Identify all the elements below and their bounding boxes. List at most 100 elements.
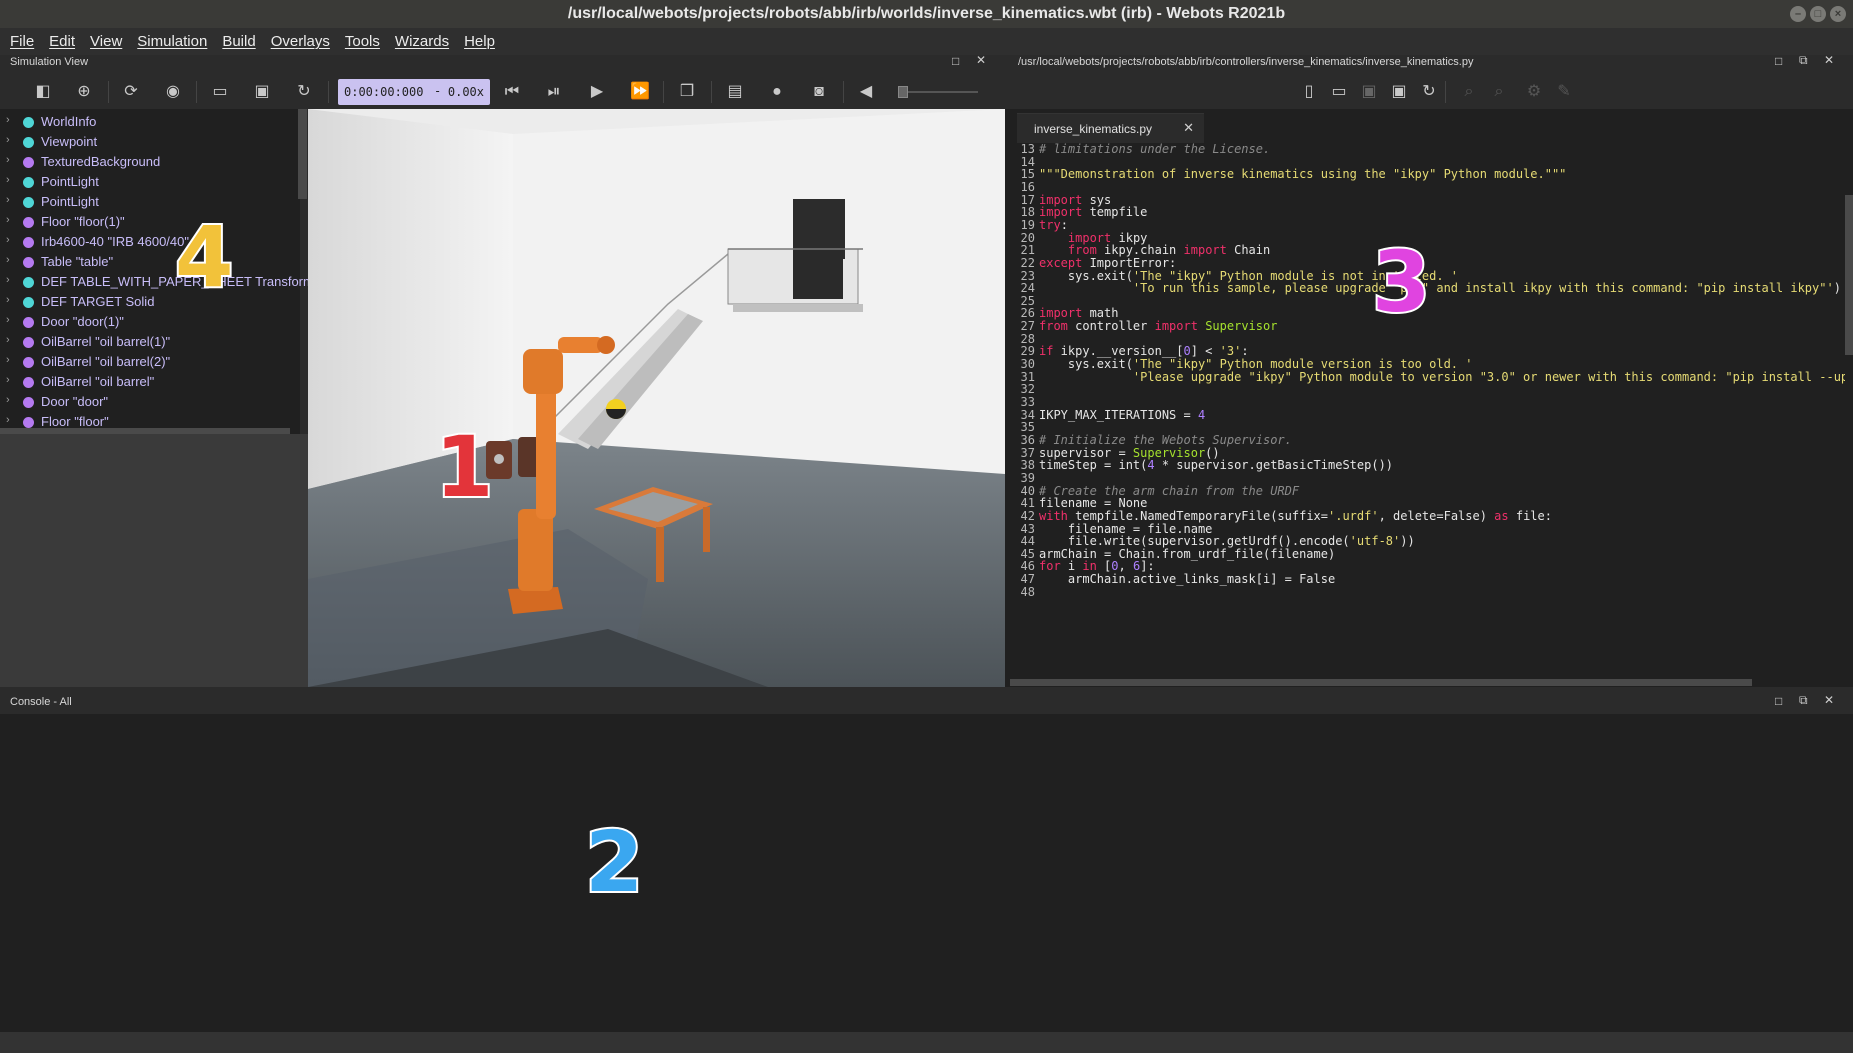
- record-icon[interactable]: ●: [768, 83, 786, 101]
- expand-arrow-icon[interactable]: ›: [6, 254, 10, 266]
- undock-panel-icon[interactable]: ⧉: [1799, 693, 1808, 708]
- close-panel-icon[interactable]: ✕: [1824, 53, 1834, 67]
- volume-slider[interactable]: [898, 86, 978, 98]
- scene-tree-item[interactable]: › TexturedBackground: [0, 152, 300, 172]
- scene-tree-item[interactable]: › Door "door": [0, 392, 300, 412]
- scene-tree-item[interactable]: › Floor "floor(1)": [0, 212, 300, 232]
- replace-icon[interactable]: ⌕: [1490, 83, 1508, 101]
- close-panel-icon[interactable]: ✕: [1824, 693, 1834, 707]
- new-file-icon[interactable]: ▯: [1300, 83, 1318, 101]
- scene-tree-item[interactable]: › PointLight: [0, 192, 300, 212]
- play-icon[interactable]: ▶: [588, 83, 606, 101]
- save-world-icon[interactable]: ▣: [253, 83, 271, 101]
- expand-arrow-icon[interactable]: ›: [6, 134, 10, 146]
- scene-tree-item[interactable]: › PointLight: [0, 172, 300, 192]
- menu-view[interactable]: View: [90, 33, 122, 50]
- node-type-icon: [23, 137, 34, 148]
- expand-arrow-icon[interactable]: ›: [6, 274, 10, 286]
- float-panel-icon[interactable]: □: [1775, 54, 1782, 68]
- maximize-icon[interactable]: □: [1810, 6, 1826, 22]
- expand-arrow-icon[interactable]: ›: [6, 294, 10, 306]
- screenshot-icon[interactable]: ◙: [810, 83, 828, 101]
- view-icon[interactable]: ◉: [164, 83, 182, 101]
- reload-world-icon[interactable]: ↻: [295, 83, 313, 101]
- close-icon[interactable]: ×: [1830, 6, 1846, 22]
- close-tab-icon[interactable]: ✕: [1183, 120, 1194, 136]
- code-line[interactable]: 15 """Demonstration of inverse kinematics…: [1005, 167, 1567, 182]
- code-line[interactable]: 27 from controller import Supervisor: [1005, 319, 1278, 334]
- save-as-icon[interactable]: ▣: [1390, 83, 1408, 101]
- fast-forward-icon[interactable]: ⏩: [630, 83, 650, 101]
- expand-arrow-icon[interactable]: ›: [6, 314, 10, 326]
- float-panel-icon[interactable]: □: [952, 54, 959, 68]
- scene-tree-item[interactable]: › DEF TABLE_WITH_PAPER_SHEET Transform: [0, 272, 314, 292]
- annotation-4: 4: [173, 208, 235, 306]
- menu-wizards[interactable]: Wizards: [395, 33, 449, 50]
- expand-arrow-icon[interactable]: ›: [6, 154, 10, 166]
- 3d-view[interactable]: [308, 109, 1005, 687]
- scene-tree-item[interactable]: › OilBarrel "oil barrel(1)": [0, 332, 300, 352]
- expand-arrow-icon[interactable]: ›: [6, 174, 10, 186]
- add-node-icon[interactable]: ⊕: [75, 83, 93, 101]
- minimize-icon[interactable]: –: [1790, 6, 1806, 22]
- expand-arrow-icon[interactable]: ›: [6, 234, 10, 246]
- menu-overlays[interactable]: Overlays: [271, 33, 330, 50]
- scene-tree-scrollbar[interactable]: [298, 109, 307, 199]
- expand-arrow-icon[interactable]: ›: [6, 394, 10, 406]
- build-icon[interactable]: ⚙: [1525, 83, 1543, 101]
- cube-view-icon[interactable]: ❒: [678, 83, 696, 101]
- code-line[interactable]: 31 'Please upgrade "ikpy" Python module …: [1005, 370, 1845, 385]
- reset-viewpoint-icon[interactable]: ⟳: [122, 83, 140, 101]
- scene-tree-item[interactable]: › Table "table": [0, 252, 300, 272]
- expand-arrow-icon[interactable]: ›: [6, 334, 10, 346]
- scene-tree-item[interactable]: › OilBarrel "oil barrel(2)": [0, 352, 300, 372]
- open-file-icon[interactable]: ▭: [1330, 83, 1348, 101]
- code-line[interactable]: 38 timeStep = int(4 * supervisor.getBasic…: [1005, 458, 1393, 473]
- toggle-scene-tree-icon[interactable]: ◧: [34, 83, 52, 101]
- menu-build[interactable]: Build: [222, 33, 255, 50]
- scene-tree-item[interactable]: › WorldInfo: [0, 112, 300, 132]
- step-icon[interactable]: ⏯: [545, 83, 563, 101]
- expand-arrow-icon[interactable]: ›: [6, 414, 10, 426]
- expand-arrow-icon[interactable]: ›: [6, 354, 10, 366]
- undock-panel-icon[interactable]: ⧉: [1799, 53, 1808, 68]
- code-line[interactable]: 47 armChain.active_links_mask[i] = False: [1005, 572, 1336, 587]
- node-type-icon: [23, 357, 34, 368]
- find-icon[interactable]: ⌕: [1460, 83, 1478, 101]
- scene-tree-item-label: WorldInfo: [41, 114, 97, 129]
- menu-file[interactable]: File: [10, 33, 34, 50]
- open-world-icon[interactable]: ▭: [211, 83, 229, 101]
- node-type-icon: [23, 277, 34, 288]
- mute-icon[interactable]: ◀: [857, 83, 875, 101]
- menu-help[interactable]: Help: [464, 33, 495, 50]
- expand-arrow-icon[interactable]: ›: [6, 214, 10, 226]
- menu-edit[interactable]: Edit: [49, 33, 75, 50]
- scene-tree-item[interactable]: › DEF TARGET Solid: [0, 292, 300, 312]
- scene-tree-item[interactable]: › Viewpoint: [0, 132, 300, 152]
- save-file-icon[interactable]: ▣: [1360, 83, 1378, 101]
- code-line[interactable]: 13 # limitations under the License.: [1005, 142, 1271, 157]
- revert-icon[interactable]: ↻: [1420, 83, 1438, 101]
- console-output[interactable]: [0, 714, 1853, 1032]
- scene-tree-item[interactable]: › OilBarrel "oil barrel": [0, 372, 300, 392]
- expand-arrow-icon[interactable]: ›: [6, 114, 10, 126]
- menu-tools[interactable]: Tools: [345, 33, 380, 50]
- editor-vertical-scrollbar[interactable]: [1845, 195, 1853, 355]
- reset-simulation-icon[interactable]: ⏮: [503, 83, 521, 101]
- annotation-3: 3: [1370, 233, 1432, 331]
- clean-icon[interactable]: ✎: [1555, 83, 1573, 101]
- scene-tree-item[interactable]: › Door "door(1)": [0, 312, 300, 332]
- expand-arrow-icon[interactable]: ›: [6, 374, 10, 386]
- editor-horizontal-scrollbar[interactable]: [1010, 679, 1752, 686]
- expand-arrow-icon[interactable]: ›: [6, 194, 10, 206]
- code-area[interactable]: 13 # limitations under the License. 14 15 ""…: [1005, 142, 1845, 678]
- tab-inverse-kinematics[interactable]: inverse_kinematics.py ✕: [1017, 113, 1204, 143]
- float-panel-icon[interactable]: □: [1775, 694, 1782, 708]
- close-panel-icon[interactable]: ✕: [976, 53, 986, 67]
- code-line[interactable]: 48: [1005, 585, 1039, 600]
- movie-record-icon[interactable]: ▤: [726, 83, 744, 101]
- scene-tree-item[interactable]: › Irb4600-40 "IRB 4600/40": [0, 232, 300, 252]
- node-type-icon: [23, 177, 34, 188]
- console-title: Console - All: [10, 696, 72, 708]
- menu-simulation[interactable]: Simulation: [137, 33, 207, 50]
